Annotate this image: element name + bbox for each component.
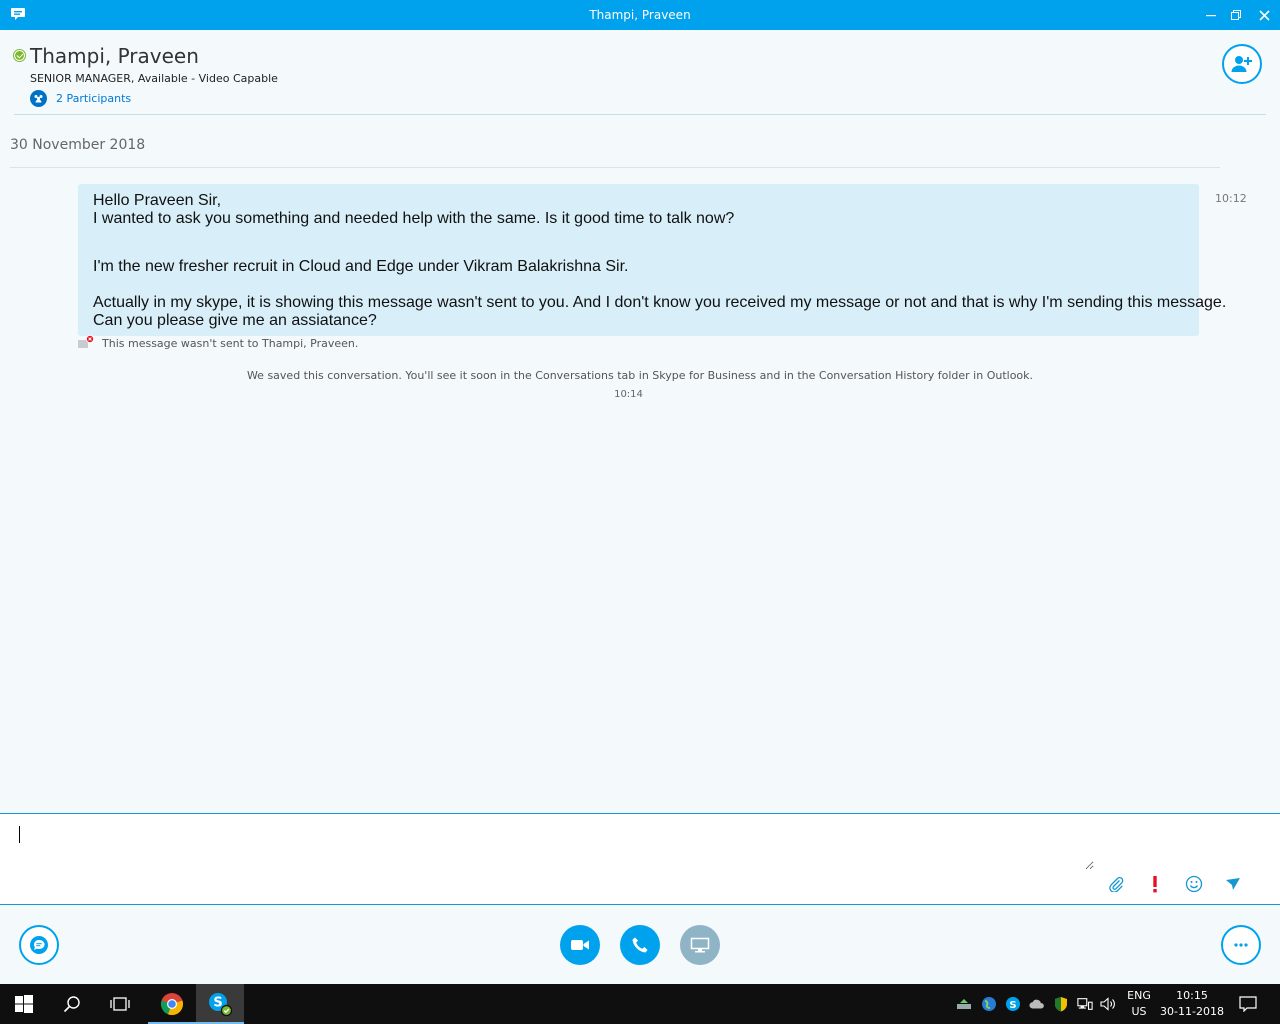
start-button[interactable] [0, 984, 48, 1024]
conversation-saved-note: We saved this conversation. You'll see i… [246, 369, 1034, 382]
video-call-button[interactable] [560, 925, 600, 965]
present-screen-button[interactable] [680, 925, 720, 965]
system-clock[interactable]: 10:15 30-11-2018 [1158, 988, 1226, 1020]
send-icon [1226, 878, 1240, 890]
call-action-bar [0, 906, 1280, 984]
taskbar-app-chrome[interactable] [148, 984, 196, 1024]
message-line: I wanted to ask you something and needed… [93, 210, 735, 227]
attach-icon [1109, 876, 1124, 892]
video-icon [571, 940, 589, 950]
title-bar: Thampi, Praveen [0, 0, 1280, 30]
contact-name[interactable]: Thampi, Praveen [30, 44, 199, 68]
add-person-icon [1231, 56, 1252, 72]
emoticon-button[interactable] [1182, 872, 1206, 896]
restore-icon [1231, 10, 1241, 20]
conversation-saved-time: 10:14 [614, 389, 643, 400]
clock-date: 30-11-2018 [1160, 1005, 1224, 1018]
message-bubble[interactable]: Hello Praveen Sir, I wanted to ask you s… [78, 184, 1227, 336]
region-code: US [1131, 1005, 1147, 1018]
svg-text:S: S [213, 996, 222, 1011]
im-button[interactable] [19, 925, 59, 965]
participants-link[interactable]: 2 Participants [30, 90, 131, 107]
task-view-button[interactable] [96, 984, 144, 1024]
tray-volume[interactable] [1100, 996, 1116, 1012]
tray-security[interactable] [1053, 996, 1069, 1012]
more-options-button[interactable] [1221, 925, 1261, 965]
close-icon [1258, 9, 1270, 21]
shield-icon [1055, 997, 1067, 1012]
more-options-icon [1234, 943, 1248, 947]
network-icon [1077, 998, 1093, 1010]
minimize-icon [1206, 15, 1216, 17]
taskbar-app-skype[interactable]: S [196, 984, 244, 1024]
conversation-date: 30 November 2018 [10, 137, 146, 153]
send-button[interactable] [1221, 872, 1245, 896]
clock-time: 10:15 [1176, 989, 1208, 1002]
tray-network[interactable] [1077, 996, 1093, 1012]
contact-status: SENIOR MANAGER, Available - Video Capabl… [30, 72, 278, 85]
volume-icon [1100, 997, 1115, 1011]
tray-onedrive[interactable] [1029, 996, 1045, 1012]
message-timestamp: 10:12 [1215, 192, 1247, 205]
globe-icon [982, 997, 996, 1011]
action-center-button[interactable] [1239, 995, 1257, 1013]
message-line: I'm the new fresher recruit in Cloud and… [93, 258, 629, 275]
restore-button[interactable] [1221, 0, 1251, 30]
network-adapter-icon [957, 999, 971, 1009]
task-view-icon [110, 997, 130, 1011]
notifications-icon [1239, 996, 1257, 1012]
chrome-icon [161, 993, 183, 1016]
search-icon [63, 996, 80, 1013]
skype-for-business-icon: S [209, 993, 233, 1017]
tray-network-adapter[interactable] [956, 996, 972, 1012]
delivery-error-text: This message wasn't sent to Thampi, Prav… [102, 336, 359, 350]
svg-text:S: S [1009, 1000, 1016, 1011]
present-screen-icon [690, 937, 710, 953]
window-title: Thampi, Praveen [589, 8, 691, 22]
windows-start-icon [15, 995, 33, 1013]
high-importance-button[interactable] [1143, 872, 1167, 896]
skype-tray-icon: S [1006, 997, 1020, 1011]
date-divider [10, 167, 1220, 168]
message-error-icon [78, 335, 94, 351]
search-button[interactable] [48, 984, 96, 1024]
message-line: Hello Praveen Sir, [93, 192, 222, 209]
emoticon-icon [1185, 875, 1203, 893]
message-line: Actually in my skype, it is showing this… [93, 294, 1227, 311]
compose-area [0, 813, 1280, 905]
message-line: Can you please give me an assiatance? [93, 312, 377, 329]
audio-call-button[interactable] [620, 925, 660, 965]
im-icon [30, 936, 48, 954]
tray-skype[interactable]: S [1005, 996, 1021, 1012]
tray-globe[interactable] [981, 996, 997, 1012]
presence-available-icon [14, 50, 25, 61]
header-divider [14, 114, 1266, 115]
delivery-error: This message wasn't sent to Thampi, Prav… [78, 335, 358, 351]
message-input[interactable] [14, 820, 1094, 870]
add-participant-button[interactable] [1222, 44, 1262, 84]
attach-file-button[interactable] [1104, 872, 1128, 896]
participants-icon [30, 90, 47, 107]
windows-taskbar: S S ENG US 10:15 30-11-2018 [0, 984, 1280, 1024]
participants-label: 2 Participants [56, 92, 132, 105]
phone-icon [632, 937, 648, 953]
language-code: ENG [1127, 989, 1151, 1002]
close-button[interactable] [1249, 0, 1279, 30]
input-language[interactable]: ENG US [1124, 988, 1154, 1020]
onedrive-icon [1029, 999, 1044, 1009]
high-importance-icon [1153, 876, 1157, 893]
contact-header: Thampi, Praveen SENIOR MANAGER, Availabl… [0, 30, 1280, 114]
